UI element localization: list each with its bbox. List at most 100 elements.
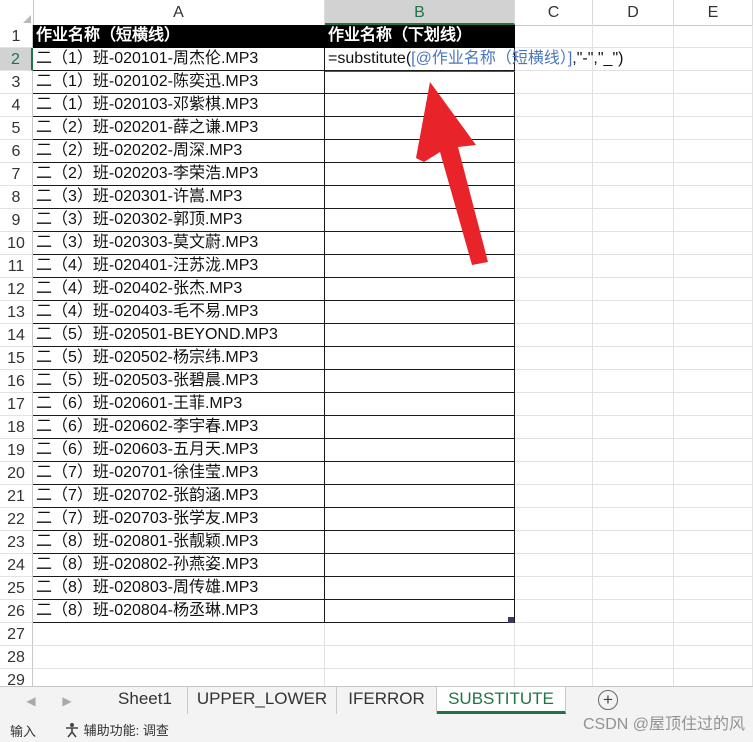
row-header[interactable]: 6: [0, 140, 33, 163]
empty-cell[interactable]: [515, 94, 593, 117]
empty-cell[interactable]: [674, 140, 753, 163]
empty-cell[interactable]: [515, 508, 593, 531]
row-header[interactable]: 27: [0, 623, 33, 646]
empty-cell[interactable]: [515, 370, 593, 393]
empty-cell[interactable]: [593, 94, 674, 117]
table-cell[interactable]: 二（8）班-020804-杨丞琳.MP3: [33, 600, 325, 623]
empty-cell[interactable]: [515, 232, 593, 255]
empty-cell[interactable]: [674, 462, 753, 485]
header-cell-a1[interactable]: 作业名称（短横线）: [33, 25, 325, 48]
table-cell[interactable]: [325, 554, 515, 577]
empty-cell[interactable]: [593, 232, 674, 255]
empty-cell[interactable]: [325, 623, 515, 646]
table-cell[interactable]: 二（2）班-020201-薛之谦.MP3: [33, 117, 325, 140]
column-header-d[interactable]: D: [593, 0, 674, 25]
empty-cell[interactable]: [515, 117, 593, 140]
table-cell[interactable]: [325, 232, 515, 255]
table-cell[interactable]: 二（7）班-020701-徐佳莹.MP3: [33, 462, 325, 485]
empty-cell[interactable]: [593, 393, 674, 416]
empty-cell[interactable]: [674, 416, 753, 439]
empty-cell[interactable]: [33, 623, 325, 646]
empty-cell[interactable]: [674, 577, 753, 600]
table-cell[interactable]: [325, 347, 515, 370]
empty-cell[interactable]: [674, 370, 753, 393]
empty-cell[interactable]: [325, 646, 515, 669]
table-cell[interactable]: 二（1）班-020102-陈奕迅.MP3: [33, 71, 325, 94]
table-cell[interactable]: [325, 324, 515, 347]
table-cell[interactable]: 二（5）班-020502-杨宗纬.MP3: [33, 347, 325, 370]
table-cell[interactable]: [325, 508, 515, 531]
table-cell[interactable]: 二（4）班-020401-汪苏泷.MP3: [33, 255, 325, 278]
table-cell[interactable]: 二（8）班-020801-张靓颖.MP3: [33, 531, 325, 554]
column-header-c[interactable]: C: [515, 0, 593, 25]
empty-cell[interactable]: [515, 531, 593, 554]
empty-cell[interactable]: [515, 301, 593, 324]
row-header[interactable]: 22: [0, 508, 33, 531]
empty-cell[interactable]: [674, 347, 753, 370]
formula-cell[interactable]: =substitute([@作业名称（短横线）],"-","_"): [325, 48, 623, 71]
table-cell[interactable]: 二（3）班-020301-许嵩.MP3: [33, 186, 325, 209]
empty-cell[interactable]: [593, 508, 674, 531]
row-header[interactable]: 16: [0, 370, 33, 393]
empty-cell[interactable]: [593, 278, 674, 301]
tab-sheet1[interactable]: Sheet1: [103, 687, 188, 714]
empty-cell[interactable]: [674, 71, 753, 94]
empty-cell[interactable]: [674, 48, 753, 71]
table-cell[interactable]: [325, 94, 515, 117]
empty-cell[interactable]: [593, 347, 674, 370]
empty-cell[interactable]: [515, 623, 593, 646]
row-header[interactable]: 3: [0, 71, 33, 94]
row-header[interactable]: 13: [0, 301, 33, 324]
table-cell[interactable]: 二（5）班-020501-BEYOND.MP3: [33, 324, 325, 347]
column-header-b[interactable]: B: [325, 0, 515, 25]
empty-cell[interactable]: [515, 163, 593, 186]
table-cell[interactable]: 二（1）班-020103-邓紫棋.MP3: [33, 94, 325, 117]
empty-cell[interactable]: [674, 554, 753, 577]
table-cell[interactable]: [325, 209, 515, 232]
empty-cell[interactable]: [593, 209, 674, 232]
empty-cell[interactable]: [515, 439, 593, 462]
table-resize-handle[interactable]: [508, 617, 514, 623]
table-cell[interactable]: [325, 370, 515, 393]
empty-cell[interactable]: [515, 554, 593, 577]
empty-cell[interactable]: [674, 278, 753, 301]
row-header[interactable]: 19: [0, 439, 33, 462]
table-cell[interactable]: [325, 531, 515, 554]
empty-cell[interactable]: [593, 324, 674, 347]
row-header[interactable]: 12: [0, 278, 33, 301]
empty-cell[interactable]: [593, 646, 674, 669]
empty-cell[interactable]: [593, 25, 674, 48]
table-cell[interactable]: [325, 301, 515, 324]
empty-cell[interactable]: [593, 554, 674, 577]
empty-cell[interactable]: [33, 646, 325, 669]
table-cell[interactable]: 二（1）班-020101-周杰伦.MP3: [33, 48, 325, 71]
table-cell[interactable]: 二（3）班-020303-莫文蔚.MP3: [33, 232, 325, 255]
table-cell[interactable]: 二（7）班-020703-张学友.MP3: [33, 508, 325, 531]
table-cell[interactable]: [325, 393, 515, 416]
row-header[interactable]: 20: [0, 462, 33, 485]
empty-cell[interactable]: [515, 278, 593, 301]
row-header[interactable]: 1: [0, 25, 33, 48]
empty-cell[interactable]: [515, 416, 593, 439]
empty-cell[interactable]: [674, 255, 753, 278]
empty-cell[interactable]: [515, 646, 593, 669]
empty-cell[interactable]: [674, 485, 753, 508]
table-cell[interactable]: [325, 163, 515, 186]
table-cell[interactable]: [325, 485, 515, 508]
table-cell[interactable]: [325, 117, 515, 140]
table-cell[interactable]: 二（8）班-020802-孙燕姿.MP3: [33, 554, 325, 577]
column-header-e[interactable]: E: [674, 0, 753, 25]
table-cell[interactable]: 二（8）班-020803-周传雄.MP3: [33, 577, 325, 600]
empty-cell[interactable]: [674, 163, 753, 186]
empty-cell[interactable]: [593, 163, 674, 186]
table-cell[interactable]: 二（6）班-020601-王菲.MP3: [33, 393, 325, 416]
row-header[interactable]: 23: [0, 531, 33, 554]
table-cell[interactable]: [325, 140, 515, 163]
select-all-corner[interactable]: [0, 0, 34, 25]
empty-cell[interactable]: [593, 301, 674, 324]
plus-circle-icon[interactable]: +: [598, 690, 618, 710]
row-header[interactable]: 26: [0, 600, 33, 623]
tab-substitute[interactable]: SUBSTITUTE: [437, 687, 566, 714]
empty-cell[interactable]: [515, 600, 593, 623]
row-header[interactable]: 9: [0, 209, 33, 232]
